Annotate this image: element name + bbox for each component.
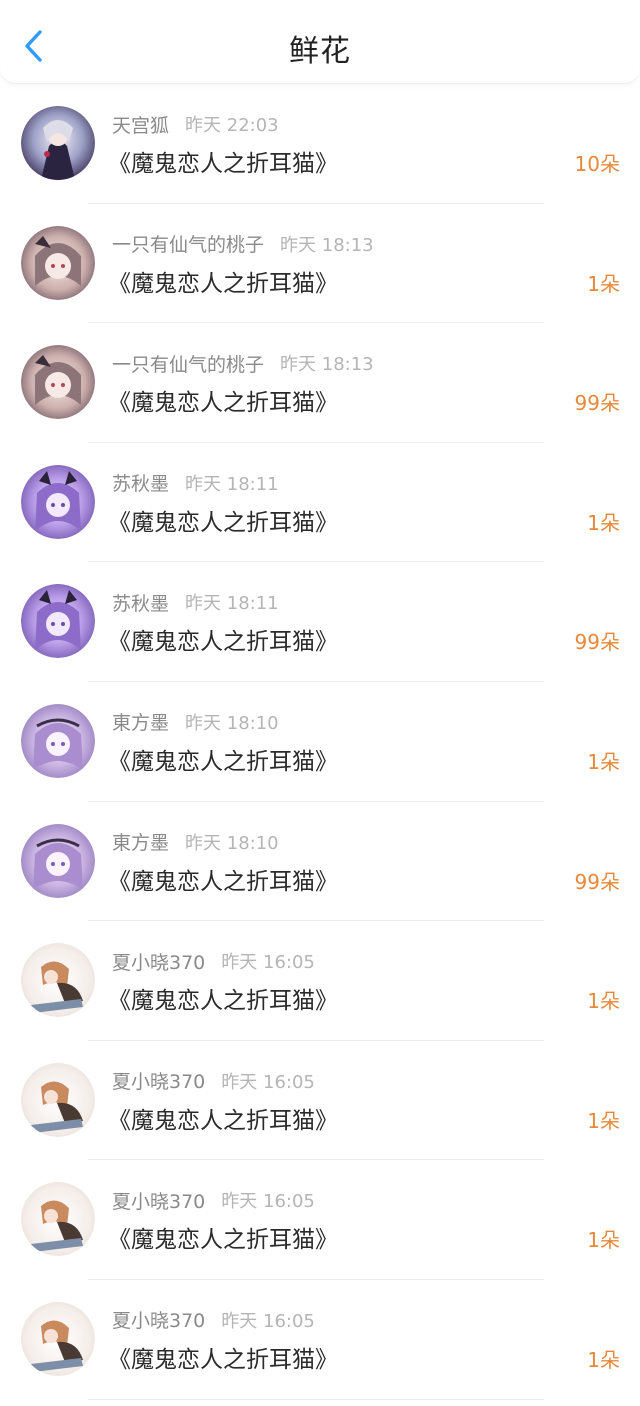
list-item[interactable]: 夏小晓370 昨天 16:05 《魔鬼恋人之折耳猫》 1朵 (0, 1041, 640, 1161)
username[interactable]: 苏秋墨 (112, 469, 169, 496)
flower-count: 1朵 (587, 1108, 620, 1133)
avatar-c-image (21, 584, 95, 659)
list-item[interactable]: 夏小晓370 昨天 16:05 《魔鬼恋人之折耳猫》 1朵 (0, 1280, 640, 1400)
list-item[interactable]: 東方墨 昨天 18:10 《魔鬼恋人之折耳猫》 99朵 (0, 802, 640, 922)
username[interactable]: 夏小晓370 (112, 1187, 205, 1214)
username[interactable]: 苏秋墨 (112, 589, 169, 616)
avatar[interactable] (21, 225, 95, 300)
username[interactable]: 夏小晓370 (112, 1306, 205, 1333)
timestamp: 昨天 22:03 (185, 115, 279, 136)
item-meta: 苏秋墨 昨天 18:11 (112, 469, 279, 497)
avatar[interactable] (21, 345, 95, 420)
list-item[interactable]: 苏秋墨 昨天 18:11 《魔鬼恋人之折耳猫》 99朵 (0, 562, 640, 682)
avatar[interactable] (21, 584, 95, 659)
timestamp: 昨天 18:10 (185, 832, 279, 854)
username[interactable]: 東方墨 (112, 828, 169, 855)
avatar-e-image (21, 1062, 95, 1137)
book-title[interactable]: 《魔鬼恋人之折耳猫》 (108, 264, 338, 298)
avatar-d-image (21, 823, 95, 898)
timestamp: 昨天 18:11 (185, 593, 279, 615)
avatar-e-image (21, 943, 95, 1018)
username[interactable]: 一只有仙气的桃子 (112, 230, 264, 257)
timestamp: 昨天 18:11 (185, 473, 279, 495)
item-meta: 天宫狐 昨天 22:03 (112, 110, 279, 138)
flower-count: 1朵 (587, 271, 620, 296)
avatar[interactable] (21, 1301, 95, 1376)
list-item[interactable]: 夏小晓370 昨天 16:05 《魔鬼恋人之折耳猫》 1朵 (0, 1160, 640, 1280)
avatar-d-image (21, 703, 95, 778)
avatar[interactable] (21, 943, 95, 1018)
flower-count: 10朵 (574, 152, 620, 176)
book-title[interactable]: 《魔鬼恋人之折耳猫》 (108, 742, 338, 776)
book-title[interactable]: 《魔鬼恋人之折耳猫》 (108, 862, 338, 896)
list-item[interactable]: 天宫狐 昨天 22:03 《魔鬼恋人之折耳猫》 10朵 (0, 84, 640, 204)
divider (88, 1398, 544, 1400)
book-title[interactable]: 《魔鬼恋人之折耳猫》 (108, 1340, 338, 1374)
list-item[interactable]: 東方墨 昨天 18:10 《魔鬼恋人之折耳猫》 1朵 (0, 682, 640, 802)
avatar[interactable] (21, 464, 95, 539)
flower-count: 1朵 (587, 1228, 620, 1253)
book-title[interactable]: 《魔鬼恋人之折耳猫》 (108, 503, 338, 537)
item-meta: 東方墨 昨天 18:10 (112, 708, 279, 736)
list-item[interactable]: 夏小晓370 昨天 16:05 《魔鬼恋人之折耳猫》 1朵 (0, 921, 640, 1041)
item-meta: 一只有仙气的桃子 昨天 18:13 (112, 349, 374, 377)
timestamp: 昨天 16:05 (221, 952, 315, 974)
book-title[interactable]: 《魔鬼恋人之折耳猫》 (108, 144, 338, 178)
flower-count: 1朵 (587, 1347, 620, 1372)
flower-count: 1朵 (587, 749, 620, 774)
timestamp: 昨天 18:13 (280, 234, 374, 256)
avatar-c-image (21, 464, 95, 539)
avatar[interactable] (21, 1062, 95, 1137)
item-meta: 苏秋墨 昨天 18:11 (112, 588, 279, 616)
item-meta: 夏小晓370 昨天 16:05 (112, 1186, 315, 1214)
item-meta: 東方墨 昨天 18:10 (112, 828, 279, 856)
username[interactable]: 一只有仙气的桃子 (112, 350, 264, 377)
flower-count: 99朵 (574, 869, 620, 894)
list-item[interactable]: 一只有仙气的桃子 昨天 18:13 《魔鬼恋人之折耳猫》 99朵 (0, 323, 640, 443)
flower-count: 99朵 (574, 630, 620, 655)
book-title[interactable]: 《魔鬼恋人之折耳猫》 (108, 981, 338, 1015)
book-title[interactable]: 《魔鬼恋人之折耳猫》 (108, 1220, 338, 1254)
item-meta: 夏小晓370 昨天 16:05 (112, 947, 315, 975)
book-title[interactable]: 《魔鬼恋人之折耳猫》 (108, 622, 338, 656)
username[interactable]: 東方墨 (112, 708, 169, 735)
flower-count: 1朵 (587, 510, 620, 535)
flower-gift-list: 天宫狐 昨天 22:03 《魔鬼恋人之折耳猫》 10朵 一只有仙气的桃子 昨天 18:13… (0, 84, 640, 1400)
avatar[interactable] (21, 703, 95, 778)
username[interactable]: 天宫狐 (112, 111, 169, 138)
avatar-e-image (21, 1182, 95, 1257)
page-title: 鲜花 (289, 34, 351, 69)
book-title[interactable]: 《魔鬼恋人之折耳猫》 (108, 1101, 338, 1135)
username[interactable]: 夏小晓370 (112, 948, 205, 975)
book-title[interactable]: 《魔鬼恋人之折耳猫》 (108, 383, 338, 417)
timestamp: 昨天 16:05 (221, 1071, 315, 1093)
top-nav-bar: 鲜花 (0, 0, 640, 84)
flower-count: 1朵 (587, 989, 620, 1014)
username[interactable]: 夏小晓370 (112, 1067, 205, 1094)
timestamp: 昨天 16:05 (221, 1191, 315, 1213)
avatar-b-image (21, 225, 95, 300)
item-meta: 一只有仙气的桃子 昨天 18:13 (112, 230, 374, 258)
avatar[interactable] (21, 106, 95, 180)
list-item[interactable]: 一只有仙气的桃子 昨天 18:13 《魔鬼恋人之折耳猫》 1朵 (0, 204, 640, 324)
avatar-e-image (21, 1301, 95, 1376)
list-item[interactable]: 苏秋墨 昨天 18:11 《魔鬼恋人之折耳猫》 1朵 (0, 443, 640, 563)
timestamp: 昨天 18:13 (280, 354, 374, 376)
item-meta: 夏小晓370 昨天 16:05 (112, 1306, 315, 1334)
avatar-a-image (21, 106, 95, 180)
avatar[interactable] (21, 1182, 95, 1257)
avatar-b-image (21, 345, 95, 420)
flower-count: 99朵 (574, 391, 620, 416)
timestamp: 昨天 18:10 (185, 712, 279, 734)
item-meta: 夏小晓370 昨天 16:05 (112, 1067, 315, 1095)
avatar[interactable] (21, 823, 95, 898)
timestamp: 昨天 16:05 (221, 1310, 315, 1332)
